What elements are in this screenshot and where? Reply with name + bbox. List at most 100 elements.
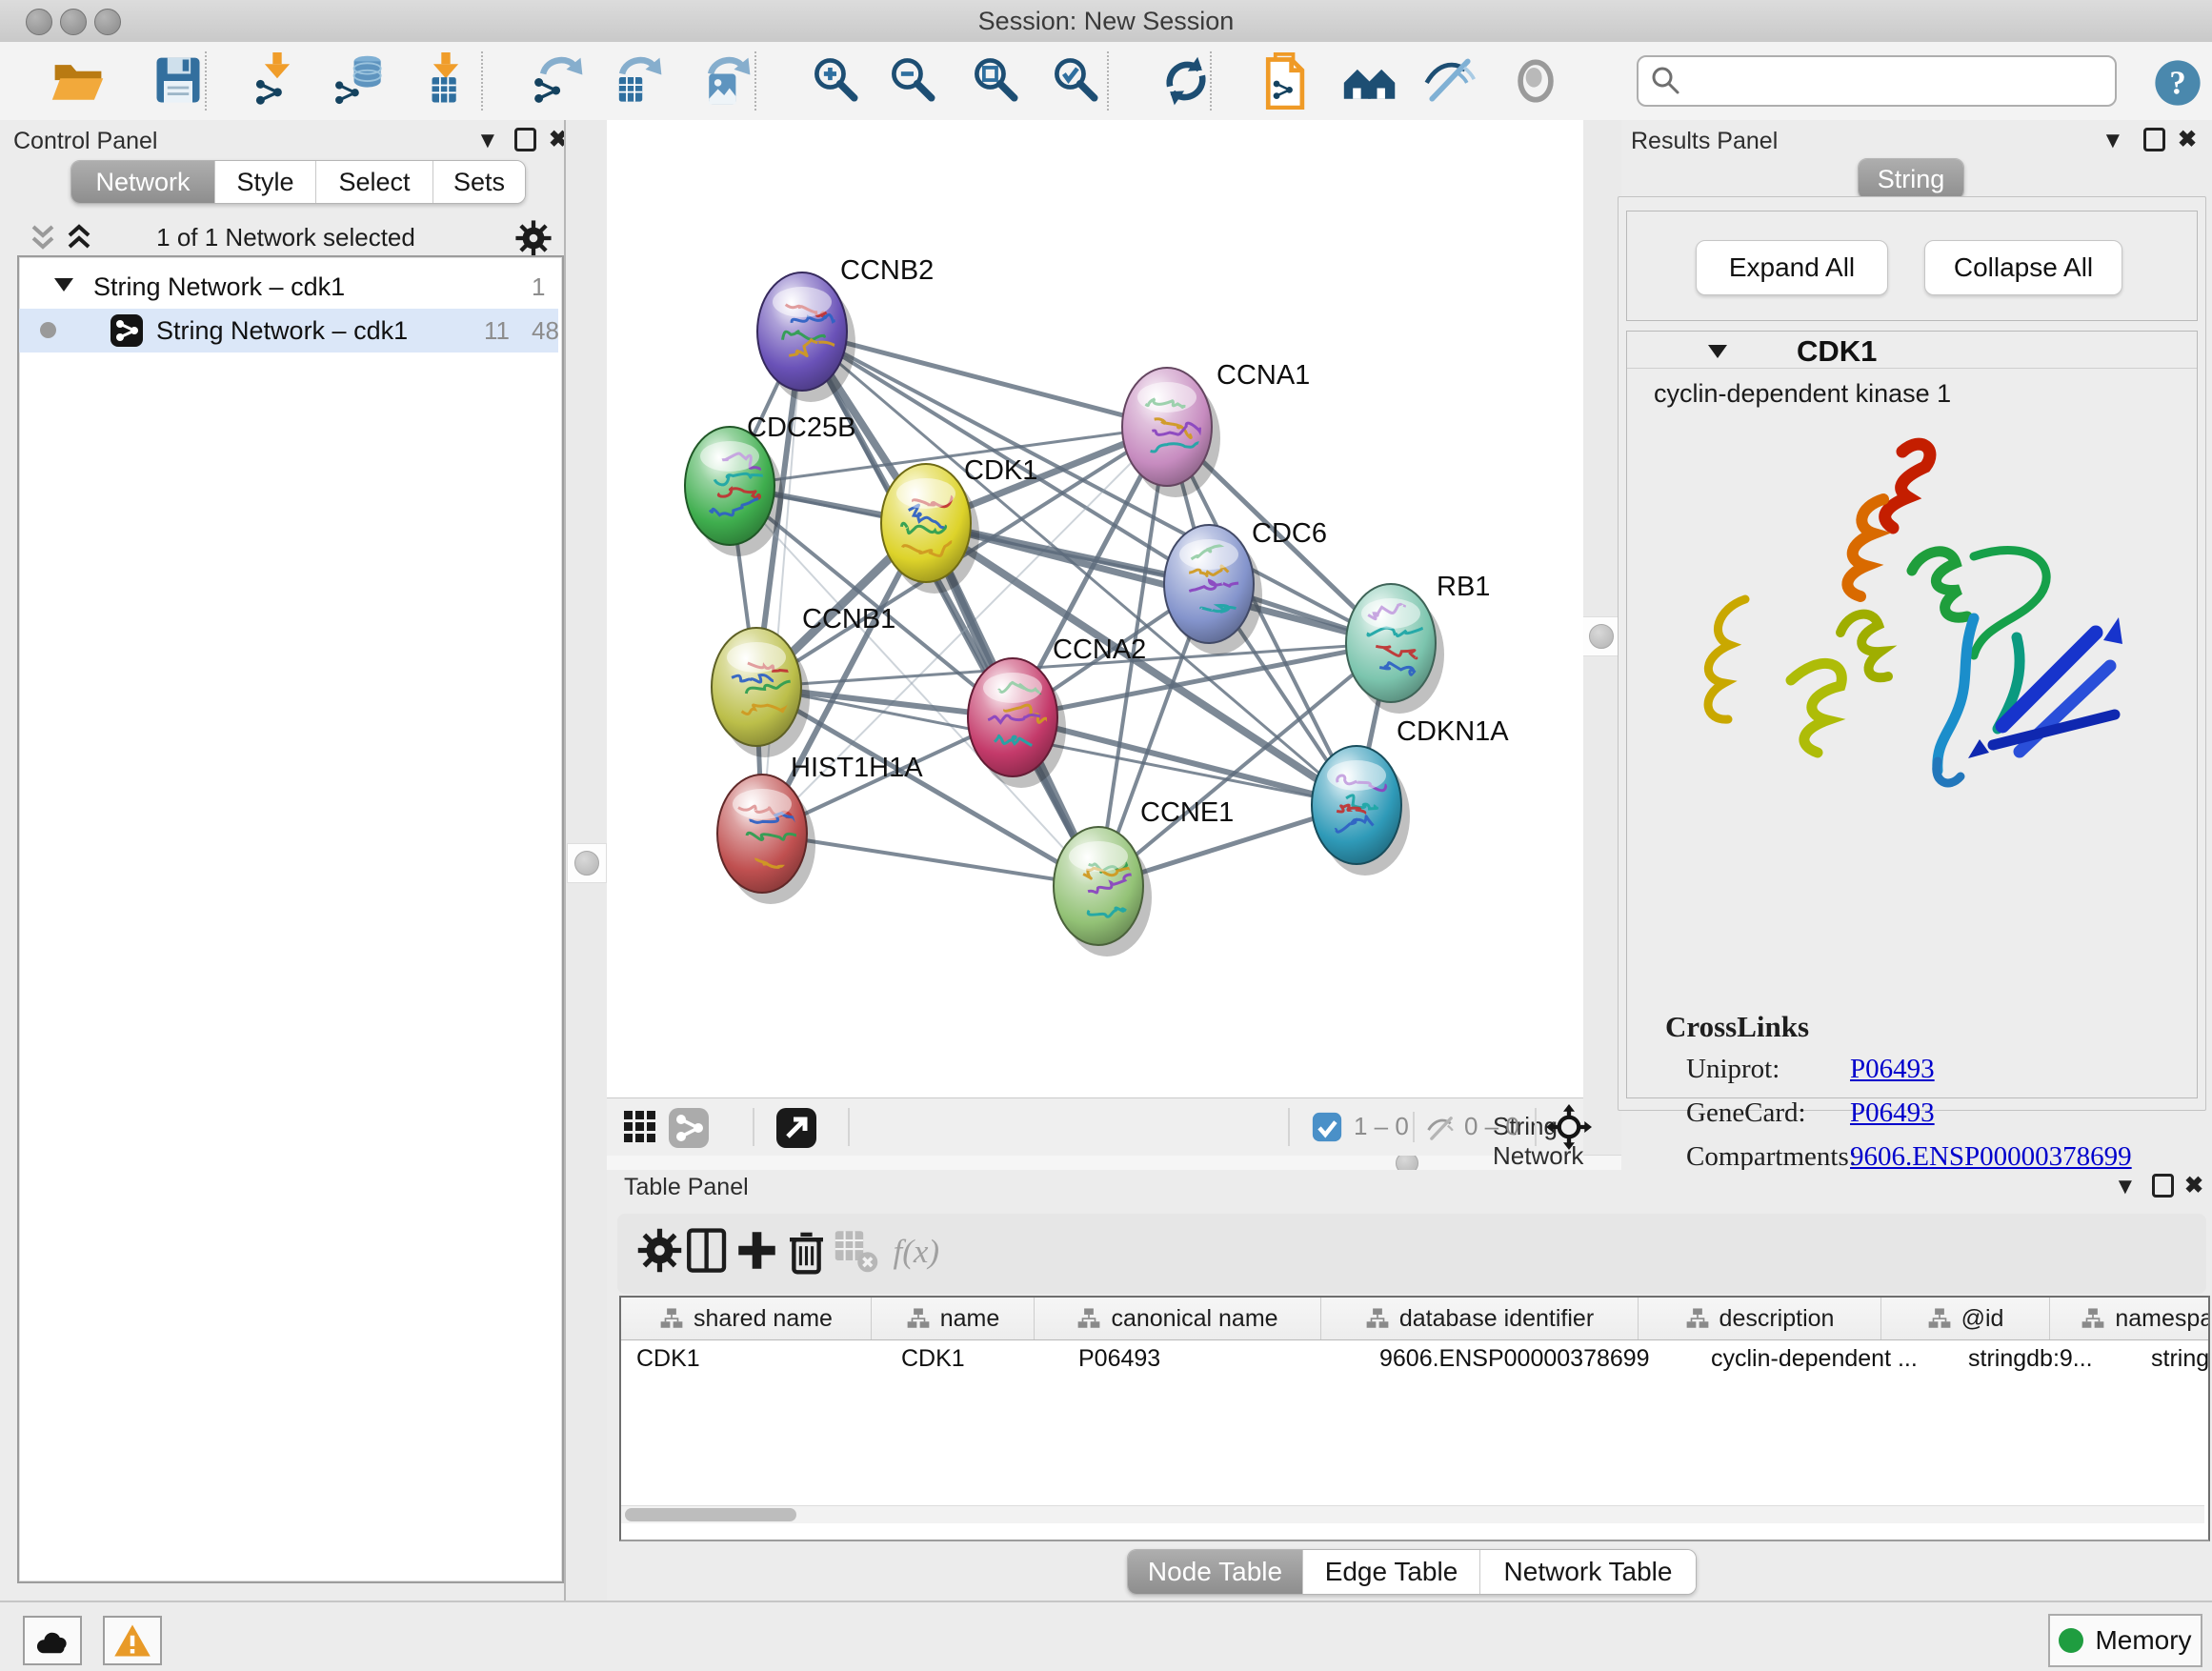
column-header-namespace[interactable]: namespace bbox=[2050, 1298, 2210, 1339]
panel-close-icon[interactable]: ✖ bbox=[2178, 126, 2197, 153]
node-count: 11 bbox=[484, 316, 510, 346]
svg-text:CCNA1: CCNA1 bbox=[1217, 360, 1310, 391]
column-header-@id[interactable]: @id bbox=[1881, 1298, 2050, 1339]
zoom-in-icon[interactable] bbox=[808, 52, 865, 110]
export-table-icon[interactable] bbox=[610, 52, 667, 110]
tab-string[interactable]: String bbox=[1859, 159, 1963, 199]
tab-network[interactable]: Network bbox=[71, 161, 215, 203]
svg-text:RB1: RB1 bbox=[1437, 572, 1490, 602]
refresh-icon[interactable] bbox=[1157, 52, 1215, 110]
import-network-icon[interactable] bbox=[249, 52, 306, 110]
add-icon[interactable] bbox=[734, 1227, 787, 1280]
collapse-all-button[interactable]: Collapse All bbox=[1924, 240, 2122, 295]
tab-sets[interactable]: Sets bbox=[433, 161, 525, 203]
column-header-name[interactable]: name bbox=[872, 1298, 1035, 1339]
network-collection-row[interactable]: String Network – cdk1 1 bbox=[19, 265, 558, 309]
warning-icon[interactable] bbox=[103, 1616, 162, 1665]
crosslink-value-link[interactable]: P06493 bbox=[1850, 1054, 1935, 1085]
zoom-selected-icon[interactable] bbox=[1048, 52, 1105, 110]
tab-group: Node TableEdge TableNetwork Table bbox=[1127, 1549, 1697, 1595]
cell-shared-name: CDK1 bbox=[621, 1339, 886, 1379]
share-icon[interactable] bbox=[669, 1108, 709, 1153]
cell-@id: stringdb:9... bbox=[1953, 1339, 2136, 1379]
file-network-icon[interactable] bbox=[1257, 52, 1315, 110]
status-bar: Memory bbox=[0, 1601, 2212, 1671]
import-database-icon[interactable] bbox=[333, 52, 391, 110]
column-header-database-identifier[interactable]: database identifier bbox=[1321, 1298, 1639, 1339]
home-icon[interactable] bbox=[1341, 52, 1398, 110]
crosslink-label: Compartments: bbox=[1686, 1141, 1857, 1172]
svg-text:CCNE1: CCNE1 bbox=[1140, 797, 1234, 828]
import-table-icon[interactable] bbox=[417, 52, 474, 110]
crosslink-value-link[interactable]: P06493 bbox=[1850, 1097, 1935, 1129]
expand-all-networks-icon[interactable] bbox=[65, 223, 93, 256]
save-icon[interactable] bbox=[150, 52, 207, 110]
export-image-icon[interactable] bbox=[698, 52, 755, 110]
network-row-selected[interactable]: String Network – cdk1 11 48 bbox=[19, 309, 558, 352]
tab-edge-table[interactable]: Edge Table bbox=[1303, 1550, 1480, 1594]
section-expander-icon[interactable] bbox=[1707, 343, 1728, 365]
protein-structure-image bbox=[1679, 423, 2155, 809]
network-status-dot-icon bbox=[40, 322, 56, 338]
panel-menu-icon[interactable]: ▼ bbox=[2114, 1174, 2137, 1200]
grid-icon[interactable] bbox=[623, 1110, 657, 1149]
cloud-icon[interactable] bbox=[23, 1616, 82, 1665]
panel-menu-icon[interactable]: ▼ bbox=[2101, 128, 2124, 154]
gear-icon[interactable] bbox=[636, 1227, 690, 1280]
control-panel-title: Control Panel bbox=[13, 128, 157, 155]
tab-group: NetworkStyleSelectSets bbox=[70, 160, 526, 204]
function-icon[interactable]: f(x) bbox=[890, 1227, 943, 1280]
panel-float-icon[interactable] bbox=[514, 128, 536, 158]
crosslink-row: GeneCard:P06493 bbox=[1686, 1097, 2201, 1141]
help-icon[interactable]: ? bbox=[2151, 56, 2204, 110]
column-header-description[interactable]: description bbox=[1639, 1298, 1881, 1339]
expand-all-button[interactable]: Expand All bbox=[1696, 240, 1888, 295]
panel-menu-icon[interactable]: ▼ bbox=[476, 128, 499, 154]
crosshair-icon[interactable] bbox=[1546, 1104, 1592, 1155]
node-table: shared namenamecanonical namedatabase id… bbox=[619, 1296, 2210, 1541]
svg-text:CDC6: CDC6 bbox=[1252, 518, 1327, 549]
search-input[interactable] bbox=[1694, 60, 2107, 100]
tab-node-table[interactable]: Node Table bbox=[1128, 1550, 1303, 1594]
zoom-out-icon[interactable] bbox=[885, 52, 942, 110]
scrollbar-thumb[interactable] bbox=[625, 1508, 796, 1521]
network-canvas[interactable]: CCNB2CCNA1CDC25BCDK1CDC6RB1CCNB1CCNA2CDK… bbox=[607, 120, 1583, 1097]
column-header-shared-name[interactable]: shared name bbox=[621, 1298, 872, 1339]
open-folder-icon[interactable] bbox=[50, 52, 107, 110]
clear-table-icon[interactable] bbox=[833, 1227, 886, 1280]
toolbar-separator bbox=[1107, 51, 1109, 111]
panel-float-icon[interactable] bbox=[2152, 1174, 2174, 1204]
horizontal-scrollbar[interactable] bbox=[621, 1505, 2204, 1523]
collapse-all-networks-icon[interactable] bbox=[29, 223, 57, 256]
panel-float-icon[interactable] bbox=[2143, 128, 2165, 158]
svg-text:HIST1H1A: HIST1H1A bbox=[791, 753, 923, 783]
hide-eye-icon[interactable] bbox=[1421, 52, 1478, 110]
cell-namespace: stringdb bbox=[2136, 1339, 2210, 1379]
memory-button[interactable]: Memory bbox=[2048, 1614, 2202, 1667]
toolbar-separator bbox=[1210, 51, 1212, 111]
table-row[interactable]: CDK1CDK1P064939606.ENSP00000378699cyclin… bbox=[621, 1339, 2210, 1379]
svg-text:?: ? bbox=[2169, 64, 2186, 101]
tab-select[interactable]: Select bbox=[316, 161, 433, 203]
panel-close-icon[interactable]: ✖ bbox=[2184, 1172, 2203, 1199]
gene-section-header[interactable]: CDK1 bbox=[1627, 332, 2197, 369]
application-window: Session: New Session ? Control Panel ▼ ✖… bbox=[0, 0, 2212, 1671]
gene-section: CDK1 cyclin-dependent kinase 1 CrossLink… bbox=[1626, 331, 2198, 1098]
crosslink-row: Uniprot:P06493 bbox=[1686, 1054, 2201, 1097]
left-splitter[interactable] bbox=[564, 120, 609, 1601]
crosslink-value-link[interactable]: 9606.ENSP00000378699 bbox=[1850, 1141, 2132, 1173]
detach-icon[interactable] bbox=[776, 1108, 816, 1153]
tree-expander-icon[interactable] bbox=[53, 276, 74, 298]
zoom-fit-icon[interactable] bbox=[968, 52, 1025, 110]
columns-icon[interactable] bbox=[684, 1227, 737, 1280]
hidden-eye-icon[interactable] bbox=[1424, 1112, 1458, 1151]
tab-style[interactable]: Style bbox=[215, 161, 316, 203]
selected-checkbox-icon[interactable] bbox=[1312, 1112, 1342, 1147]
tab-network-table[interactable]: Network Table bbox=[1480, 1550, 1696, 1594]
delete-icon[interactable] bbox=[783, 1227, 836, 1280]
inactive-eye-icon[interactable] bbox=[1507, 52, 1564, 110]
export-network-icon[interactable] bbox=[531, 52, 588, 110]
network-tree: String Network – cdk1 1 String Network –… bbox=[17, 255, 564, 1583]
column-header-canonical-name[interactable]: canonical name bbox=[1035, 1298, 1321, 1339]
network-label: String Network – cdk1 bbox=[156, 316, 408, 346]
